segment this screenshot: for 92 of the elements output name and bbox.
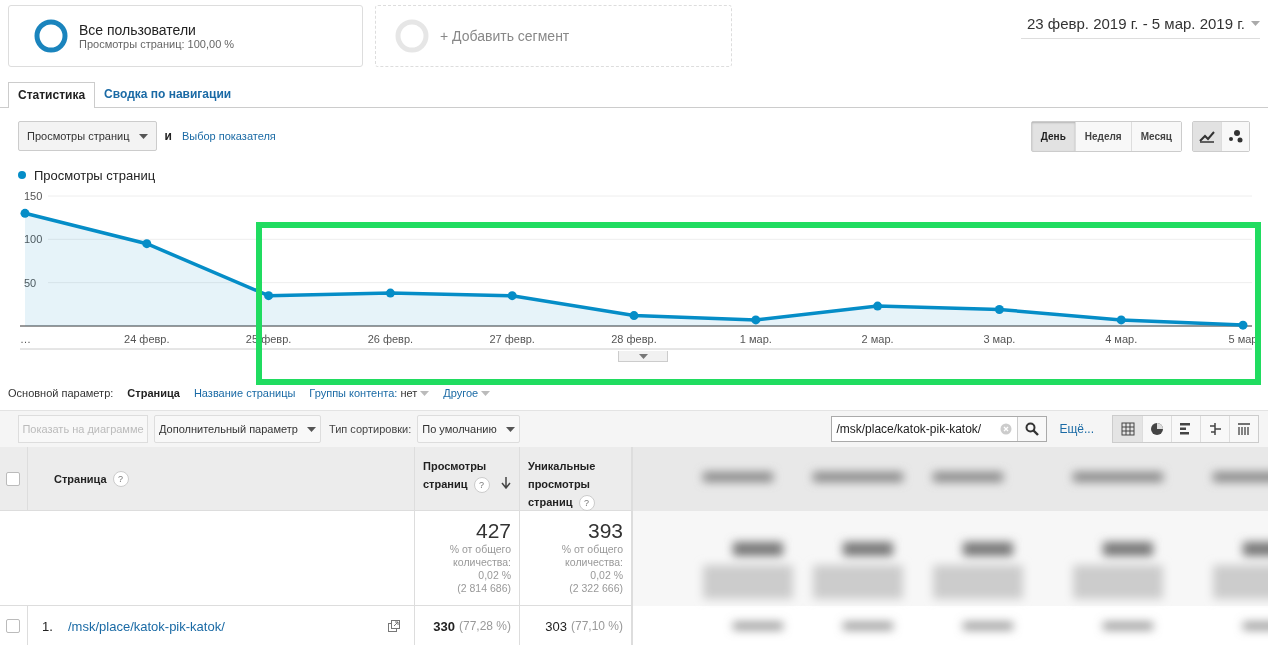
segment-card[interactable]: Все пользователи Просмотры страниц: 100,00 % bbox=[8, 5, 363, 67]
caret-icon bbox=[138, 133, 148, 139]
total-value: 393 bbox=[587, 519, 623, 543]
chart-type-button[interactable] bbox=[1193, 121, 1221, 151]
help-icon[interactable]: ? bbox=[578, 495, 595, 512]
data-point bbox=[873, 301, 883, 311]
grid-icon bbox=[1121, 422, 1134, 436]
sort-type-label: Тип сортировки: bbox=[328, 423, 412, 435]
caret-icon bbox=[420, 390, 430, 396]
line-chart-icon bbox=[1199, 129, 1215, 143]
segment-title: Все пользователи bbox=[79, 22, 197, 38]
x-tick-label: … bbox=[20, 333, 31, 345]
period-button[interactable]: Месяц bbox=[1130, 121, 1181, 151]
dimension-option[interactable]: Название страницы bbox=[193, 387, 296, 399]
tab[interactable]: Сводка по навигации bbox=[95, 82, 241, 107]
x-tick-label: 24 февр. bbox=[124, 333, 170, 345]
data-point bbox=[751, 315, 761, 325]
data-point bbox=[507, 291, 517, 301]
legend-label: Просмотры страниц bbox=[34, 167, 156, 183]
row-number: 1. bbox=[42, 618, 54, 634]
chart-type-button[interactable] bbox=[1221, 121, 1249, 151]
secondary-dimension-dropdown[interactable]: Дополнительный параметр bbox=[154, 415, 321, 443]
x-tick-label: 28 февр. bbox=[611, 333, 657, 345]
date-range-picker[interactable]: 23 февр. 2019 г. - 5 мар. 2019 г. bbox=[1020, 15, 1260, 39]
search-icon bbox=[1025, 422, 1040, 436]
period-button[interactable]: Неделя bbox=[1074, 121, 1131, 151]
total-note: % от общего количества: 0,02 % (2 814 686) bbox=[449, 543, 511, 595]
more-link[interactable]: Ещё... bbox=[1059, 422, 1094, 436]
caret-icon bbox=[638, 353, 648, 359]
x-tick-label: 26 февр. bbox=[367, 333, 414, 345]
caret-icon bbox=[306, 426, 316, 432]
cell-share: (77,10 %) bbox=[570, 619, 623, 633]
add-segment-label: + Добавить сегмент bbox=[440, 28, 570, 44]
data-point bbox=[994, 305, 1004, 315]
dimension-menu[interactable]: Группы контента: нет bbox=[309, 387, 430, 399]
column-header[interactable]: Просмотры страниц ? bbox=[415, 447, 520, 511]
scatter-icon bbox=[1227, 129, 1244, 143]
conjunction: и bbox=[164, 129, 172, 143]
data-point bbox=[20, 208, 30, 218]
caret-icon bbox=[505, 426, 515, 432]
column-header[interactable]: Страница ? bbox=[28, 447, 415, 511]
date-range: 23 февр. 2019 г. - 5 мар. 2019 г. bbox=[1026, 15, 1245, 32]
period-button[interactable]: День bbox=[1031, 121, 1075, 151]
dimension-menu[interactable]: Другое bbox=[443, 387, 491, 399]
data-point bbox=[1238, 320, 1248, 330]
y-tick-label: 50 bbox=[24, 276, 37, 289]
select-all-checkbox[interactable] bbox=[6, 471, 20, 486]
search-button[interactable] bbox=[1017, 417, 1047, 441]
x-tick-label: 2 мар. bbox=[861, 333, 894, 345]
view-button[interactable] bbox=[1113, 416, 1142, 442]
open-page-icon[interactable] bbox=[388, 620, 400, 632]
page-link[interactable]: /msk/place/katok-pik-katok/ bbox=[68, 618, 225, 634]
tab[interactable]: Статистика bbox=[8, 82, 96, 108]
y-tick-label: 100 bbox=[24, 233, 43, 246]
empty-ring-icon bbox=[394, 18, 430, 54]
segment-subtitle: Просмотры страниц: 100,00 % bbox=[79, 38, 235, 50]
pivot-icon bbox=[1237, 423, 1251, 436]
search-field[interactable]: /msk/place/katok-pik-katok/ bbox=[831, 416, 1048, 442]
row-checkbox[interactable] bbox=[6, 619, 20, 633]
compare-icon bbox=[1209, 422, 1222, 436]
add-segment-card[interactable]: + Добавить сегмент bbox=[375, 5, 732, 67]
segment-ring-icon bbox=[33, 18, 69, 54]
search-input[interactable]: /msk/place/katok-pik-katok/ bbox=[832, 422, 1001, 436]
data-point bbox=[142, 239, 152, 249]
collapse-handle[interactable] bbox=[618, 351, 668, 362]
total-value: 427 bbox=[475, 519, 511, 543]
x-tick-label: 3 мар. bbox=[983, 333, 1016, 345]
metric-dropdown[interactable]: Просмотры страниц bbox=[18, 121, 157, 151]
column-header[interactable]: Уникальные просмотры страниц ? bbox=[520, 447, 632, 511]
data-point bbox=[264, 291, 274, 301]
cell-value: 303 bbox=[545, 618, 567, 634]
bar-chart-icon bbox=[1180, 423, 1190, 435]
x-tick-label: 27 февр. bbox=[489, 333, 535, 345]
cell-value: 330 bbox=[433, 618, 455, 634]
pie-chart-icon bbox=[1151, 423, 1163, 435]
x-tick-label: 4 мар. bbox=[1105, 333, 1138, 345]
data-point bbox=[385, 288, 395, 298]
data-point bbox=[1116, 315, 1126, 325]
caret-icon bbox=[481, 390, 491, 396]
sort-type-dropdown[interactable]: По умолчанию bbox=[417, 415, 520, 443]
dimension-label: Основной параметр: bbox=[8, 387, 114, 399]
help-icon[interactable]: ? bbox=[473, 477, 490, 494]
caret-icon bbox=[1251, 21, 1260, 26]
dimension-option[interactable]: Страница bbox=[127, 387, 180, 399]
data-point bbox=[629, 311, 639, 321]
total-note: % от общего количества: 0,02 % (2 322 666) bbox=[561, 543, 623, 595]
sort-arrow-icon bbox=[501, 477, 511, 489]
cell-share: (77,28 %) bbox=[458, 619, 511, 633]
select-metric-link[interactable]: Выбор показателя bbox=[181, 130, 276, 142]
y-tick-label: 150 bbox=[24, 190, 43, 202]
x-tick-label: 1 мар. bbox=[739, 333, 772, 345]
help-icon[interactable]: ? bbox=[112, 470, 129, 487]
